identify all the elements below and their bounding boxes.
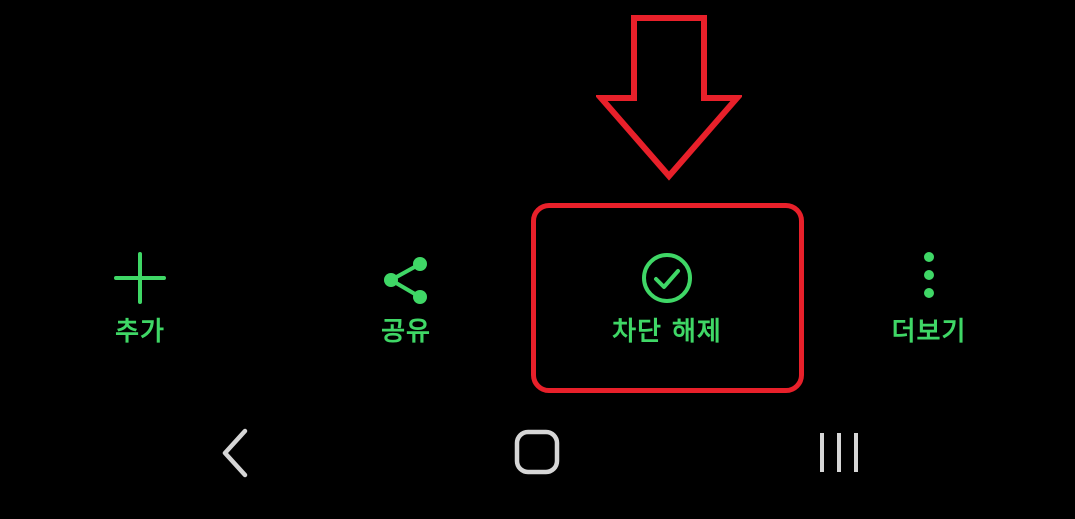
add-button[interactable]: 추가 — [30, 240, 250, 360]
more-button[interactable]: 더보기 — [819, 240, 1039, 360]
share-icon — [384, 257, 427, 304]
more-vertical-icon — [924, 252, 934, 298]
share-button[interactable]: 공유 — [296, 240, 516, 360]
back-chevron-icon[interactable] — [205, 425, 265, 485]
unblock-button[interactable]: 차단 해제 — [557, 240, 777, 360]
home-rounded-square-icon[interactable] — [507, 425, 567, 485]
more-label: 더보기 — [891, 317, 967, 347]
recent-apps-icon[interactable] — [810, 425, 870, 485]
plus-icon — [114, 252, 166, 304]
add-label: 추가 — [115, 317, 165, 347]
unblock-label: 차단 해제 — [612, 317, 722, 347]
annotation-arrow — [596, 15, 742, 181]
share-label: 공유 — [381, 317, 431, 347]
check-circle-icon — [642, 253, 692, 303]
